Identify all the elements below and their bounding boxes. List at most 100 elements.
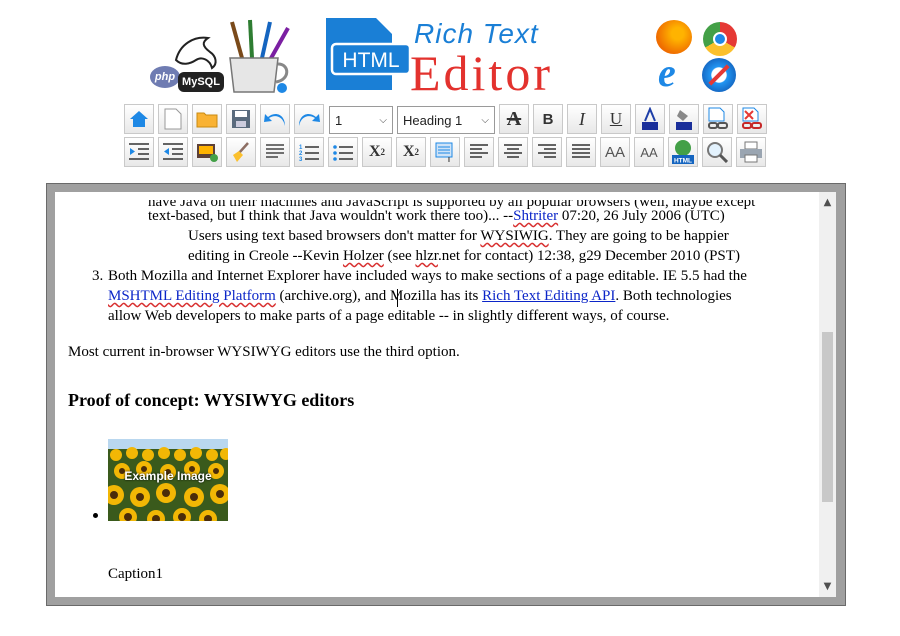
firefox-icon [656,20,692,54]
user-link-shtriter[interactable]: Shtriter [513,208,558,224]
font-size-select[interactable]: 1 ⌵ [329,106,393,134]
undo-button[interactable] [260,104,290,134]
new-page-icon [164,108,182,130]
safari-icon [702,58,736,92]
open-button[interactable] [192,104,222,134]
format-select[interactable]: Heading 1 ⌵ [397,106,495,134]
image-caption: Caption1 [108,566,163,582]
text-line: text-based, but I think that Java wouldn… [148,206,725,226]
insert-image-button[interactable] [192,137,222,167]
image-icon [197,144,218,162]
toolbar-row-2: 1 2 3 X2 X2 I AA AA HTML [124,137,770,169]
home-button[interactable] [124,104,154,134]
svg-text:I: I [448,157,450,163]
folder-icon [196,112,218,128]
mysql-dolphin-icon [174,36,217,70]
underline-button[interactable]: U [601,104,631,134]
html-document-icon: HTML [326,18,410,90]
superscript-button[interactable]: X2 [396,137,426,167]
decrease-font-button[interactable]: AA [634,137,664,167]
subscript-button[interactable]: X2 [362,137,392,167]
scrollbar-thumb[interactable] [822,332,833,502]
decrease-font-icon: AA [640,144,658,160]
undo-icon [264,114,285,126]
text-color-button[interactable] [635,104,665,134]
new-document-button[interactable] [158,104,188,134]
table-icon: I [435,142,453,163]
paint-brushes-cup-icon [229,19,290,93]
magnifier-icon [707,142,728,163]
align-right-button[interactable] [532,137,562,167]
text-span: . Both technologies [615,288,732,304]
link-mshtml-editing-platform[interactable]: MSHTML Editing Platform [108,288,276,304]
font-size-value: 1 [335,113,343,128]
ie-icon: e [658,50,676,95]
strikethrough-font-button[interactable]: A [499,104,529,134]
underline-icon: U [609,109,623,128]
logo-banner: php MySQL HTML Rich Text Editor e [0,0,900,101]
bold-button[interactable]: B [533,104,563,134]
align-center-icon [504,144,522,158]
remove-link-button[interactable] [737,104,767,134]
list-item-line: allow Web developers to make parts of a … [108,308,670,324]
text-span: 07:20, 26 July 2006 (UTC) [558,208,725,224]
chrome-icon [703,22,737,56]
paragraph-icon [266,144,284,158]
link-rich-text-editing-api[interactable]: Rich Text Editing API [482,288,615,304]
italic-button[interactable]: I [567,104,597,134]
ordered-list-button[interactable]: 1 2 3 [294,137,324,167]
format-value: Heading 1 [403,113,463,128]
outdent-icon [163,143,183,160]
align-left-button[interactable] [464,137,494,167]
editor-frame: have Java on their machines and JavaScri… [46,183,846,606]
insert-table-button[interactable]: I [430,137,460,167]
text-line: editing in Creole --Kevin Holzer (see hl… [188,246,740,266]
align-center-button[interactable] [498,137,528,167]
list-item-number: 3. [92,268,104,284]
text-line: Users using text based browsers don't ma… [188,226,729,246]
increase-font-button[interactable]: AA [600,137,630,167]
paint-bucket-icon [676,110,692,130]
scroll-down-arrow-icon[interactable]: ▼ [819,578,836,595]
strike-a-icon: A [506,107,522,130]
vertical-scrollbar[interactable]: ▲ ▼ [819,192,836,597]
subscript-icon-digit: 2 [380,147,386,157]
home-icon [130,111,148,127]
insert-link-button[interactable] [703,104,733,134]
body-paragraph: Most current in-browser WYSIWYG editors … [68,344,460,360]
redo-button[interactable] [294,104,324,134]
list-item-line: Both Mozilla and Internet Explorer have … [108,268,747,284]
broom-icon [233,142,249,162]
print-button[interactable] [736,137,766,167]
svg-text:3: 3 [299,157,303,162]
align-right-icon [538,144,556,158]
text-span: editing in Creole --Kevin [188,248,343,264]
indent-icon [129,143,149,160]
bold-icon: B [542,110,554,128]
superscript-icon: X [402,143,415,160]
editor-content[interactable]: have Java on their machines and JavaScri… [55,192,819,597]
text-color-icon [642,107,658,130]
search-button[interactable] [702,137,732,167]
background-color-button[interactable] [669,104,699,134]
unordered-list-button[interactable] [328,137,358,167]
clear-format-button[interactable] [226,137,256,167]
misspelled-word: Holzer [342,248,384,264]
printer-icon [740,141,762,163]
scroll-up-arrow-icon[interactable]: ▲ [819,194,836,211]
save-button[interactable] [226,104,256,134]
html-badge-text: HTML [342,49,399,72]
justify-icon [572,144,590,158]
paragraph-button[interactable] [260,137,290,167]
justify-button[interactable] [566,137,596,167]
align-left-icon [470,144,488,158]
sunflower-image[interactable]: Example Image [108,439,228,521]
indent-button[interactable] [124,137,154,167]
html-source-button[interactable]: HTML [668,137,698,167]
increase-font-icon: AA [604,143,625,161]
misspelled-word: WYSIWIG [480,228,549,244]
outdent-button[interactable] [158,137,188,167]
text-cursor [397,289,398,307]
list-item-line: MSHTML Editing Platform (archive.org), a… [108,286,732,306]
bullet-list-icon [333,145,353,161]
